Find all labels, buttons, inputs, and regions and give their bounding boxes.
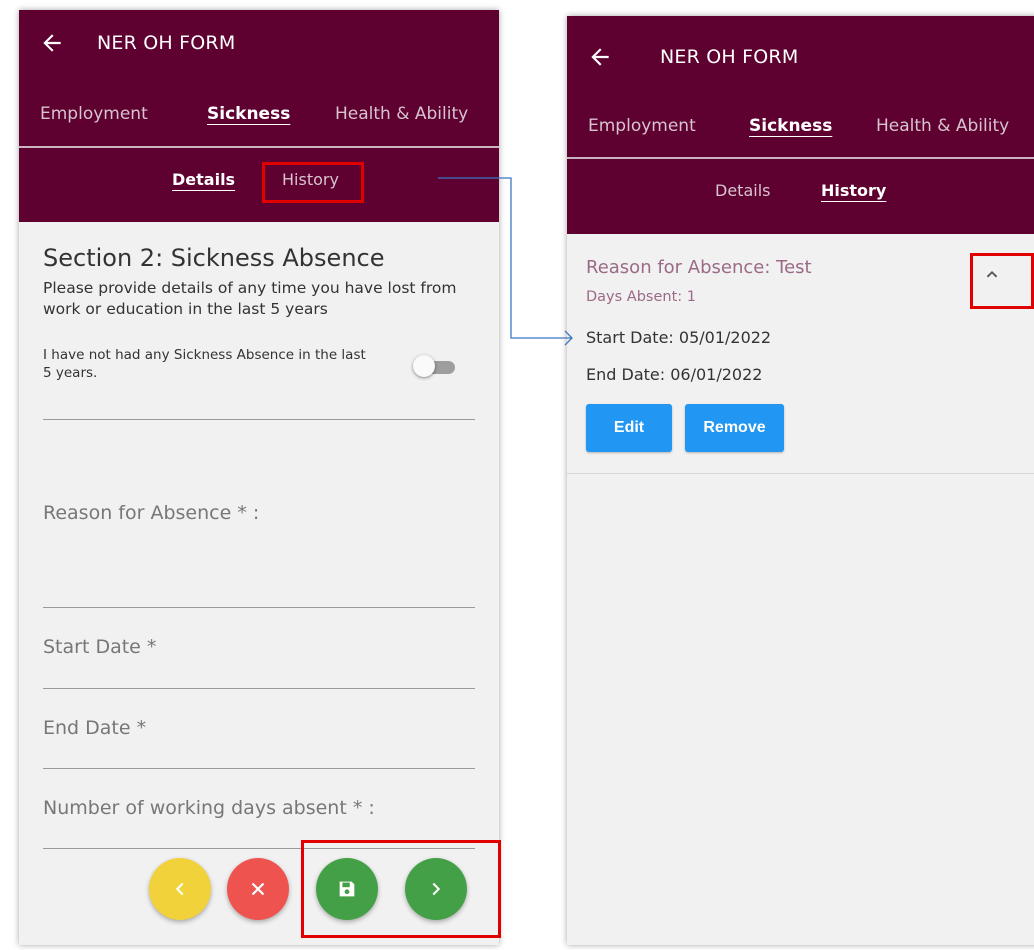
no-absence-toggle[interactable] bbox=[413, 355, 455, 377]
tab-employment[interactable]: Employment bbox=[40, 104, 148, 124]
remove-button[interactable]: Remove bbox=[685, 404, 784, 452]
app-header: NER OH FORM Employment Sickness Health &… bbox=[567, 16, 1034, 234]
close-icon bbox=[251, 882, 265, 896]
history-record-card: Reason for Absence: Test Days Absent: 1 … bbox=[567, 234, 1034, 474]
no-absence-toggle-label: I have not had any Sickness Absence in t… bbox=[43, 347, 366, 381]
start-date-underline bbox=[43, 688, 475, 689]
main-tabs: Employment Sickness Health & Ability bbox=[19, 80, 499, 148]
divider bbox=[43, 419, 475, 420]
record-start-date: Start Date: 05/01/2022 bbox=[586, 328, 772, 347]
reason-for-absence-field[interactable]: Reason for Absence * : bbox=[43, 502, 259, 524]
subtab-details[interactable]: Details bbox=[172, 170, 235, 189]
cancel-button[interactable] bbox=[227, 858, 289, 920]
app-title: NER OH FORM bbox=[97, 32, 236, 54]
end-date-underline bbox=[43, 768, 475, 769]
start-date-field[interactable]: Start Date * bbox=[43, 636, 156, 658]
main-tabs: Employment Sickness Health & Ability bbox=[567, 86, 1034, 159]
previous-button[interactable] bbox=[149, 858, 211, 920]
tab-employment[interactable]: Employment bbox=[588, 116, 696, 136]
sub-tabs: Details History bbox=[19, 148, 499, 222]
tab-health-ability[interactable]: Health & Ability bbox=[876, 116, 1009, 136]
chevron-up-icon[interactable] bbox=[981, 264, 1003, 286]
toggle-knob bbox=[413, 355, 435, 377]
end-date-field[interactable]: End Date * bbox=[43, 717, 146, 739]
working-days-underline bbox=[43, 848, 475, 849]
tab-sickness[interactable]: Sickness bbox=[207, 104, 290, 124]
app-header: NER OH FORM Employment Sickness Health &… bbox=[19, 10, 499, 222]
section-description: Please provide details of any time you h… bbox=[43, 279, 457, 318]
back-arrow-icon[interactable] bbox=[587, 44, 613, 70]
back-arrow-icon[interactable] bbox=[39, 30, 65, 56]
top-app-bar: NER OH FORM bbox=[19, 10, 499, 80]
left-phone-screen: NER OH FORM Employment Sickness Health &… bbox=[19, 10, 499, 945]
working-days-absent-field[interactable]: Number of working days absent * : bbox=[43, 797, 375, 819]
tab-sickness[interactable]: Sickness bbox=[749, 116, 832, 136]
top-app-bar: NER OH FORM bbox=[567, 16, 1034, 86]
subtab-details[interactable]: Details bbox=[715, 181, 770, 200]
tab-health-ability[interactable]: Health & Ability bbox=[335, 104, 468, 124]
section-title: Section 2: Sickness Absence bbox=[43, 244, 385, 272]
chevron-right-icon bbox=[432, 882, 441, 896]
record-days-absent: Days Absent: 1 bbox=[586, 289, 696, 305]
save-icon bbox=[339, 881, 355, 897]
subtab-history[interactable]: History bbox=[282, 170, 339, 189]
sub-tabs: Details History bbox=[567, 159, 1034, 234]
app-title: NER OH FORM bbox=[660, 46, 799, 68]
edit-button[interactable]: Edit bbox=[586, 404, 672, 452]
chevron-left-icon bbox=[175, 882, 184, 896]
subtab-history[interactable]: History bbox=[821, 181, 886, 200]
record-end-date: End Date: 06/01/2022 bbox=[586, 365, 763, 384]
next-button[interactable] bbox=[405, 858, 467, 920]
reason-field-underline bbox=[43, 607, 475, 608]
record-reason: Reason for Absence: Test bbox=[586, 257, 812, 278]
right-phone-screen: NER OH FORM Employment Sickness Health &… bbox=[567, 16, 1034, 945]
save-button[interactable] bbox=[316, 858, 378, 920]
